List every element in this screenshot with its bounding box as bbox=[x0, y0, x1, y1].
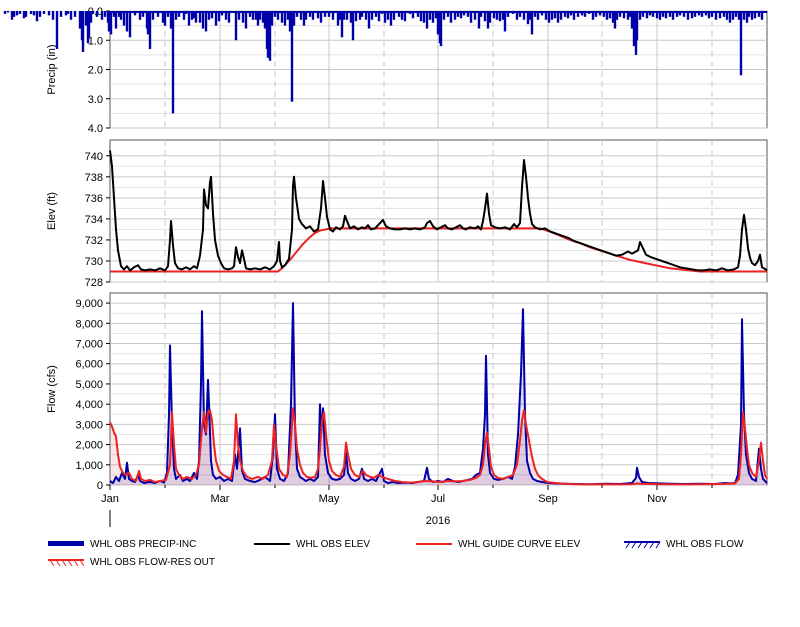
legend-label-res-out: WHL OBS FLOW-RES OUT bbox=[90, 557, 216, 568]
precip-bar bbox=[12, 11, 16, 17]
time-axis: Jan Mar May Jul Sep Nov 2016 bbox=[101, 485, 713, 527]
precip-bar bbox=[42, 11, 46, 14]
precip-bar bbox=[163, 11, 167, 26]
precip-bar bbox=[234, 11, 238, 41]
y-axis-label: Elev (ft) bbox=[46, 192, 58, 230]
precip-bar bbox=[103, 11, 107, 17]
y-tick-label: 734 bbox=[85, 214, 103, 226]
precip-bar bbox=[69, 11, 73, 20]
x-tick-label: Mar bbox=[211, 493, 230, 505]
precip-bar bbox=[59, 11, 63, 17]
legend-label-precip: WHL OBS PRECIP-INC bbox=[90, 539, 197, 550]
precip-bar bbox=[73, 11, 77, 17]
precip-bar bbox=[128, 11, 132, 38]
precip-bar bbox=[122, 11, 126, 26]
precip-bar bbox=[270, 11, 274, 26]
legend-label-guide-curve: WHL GUIDE CURVE ELEV bbox=[458, 539, 581, 550]
precip-panel: 0.01.02.03.04.0Precip (in) bbox=[3, 6, 768, 135]
precip-bar bbox=[100, 11, 104, 20]
precip-bar bbox=[24, 11, 28, 17]
y-axis-label: Precip (in) bbox=[46, 44, 58, 94]
precip-bar bbox=[171, 11, 175, 114]
y-tick-label: 2.0 bbox=[88, 65, 103, 77]
y-tick-label: 3,000 bbox=[75, 419, 103, 431]
precip-bar bbox=[425, 11, 429, 29]
legend-swatch-guide-curve bbox=[416, 543, 452, 545]
precip-bar bbox=[91, 11, 95, 14]
precip-bar bbox=[66, 11, 70, 14]
y-tick-label: 730 bbox=[85, 256, 103, 268]
legend-swatch-precip bbox=[48, 541, 84, 546]
y-tick-label: 9,000 bbox=[75, 298, 103, 310]
precip-bar bbox=[32, 11, 36, 16]
precip-bar bbox=[283, 11, 287, 26]
precip-bar bbox=[204, 11, 208, 32]
y-axis-label: Flow (cfs) bbox=[46, 365, 58, 413]
x-tick-label: Nov bbox=[647, 493, 667, 505]
precip-bar bbox=[530, 11, 534, 35]
precip-bar bbox=[635, 11, 639, 41]
precip-bar bbox=[81, 11, 85, 52]
precip-bar bbox=[389, 11, 393, 26]
precip-bar bbox=[15, 11, 19, 16]
chart-canvas: 0.01.02.03.04.0Precip (in) 7287307327347… bbox=[3, 6, 768, 527]
precip-bar bbox=[503, 11, 507, 32]
legend-swatch-obs-elev bbox=[254, 543, 290, 545]
precip-bar bbox=[55, 11, 59, 50]
precip-bar bbox=[292, 11, 296, 26]
flow-panel: 0 1,000 2,000 3,000 4,000 5,000 6,000 7,000 8,00… bbox=[46, 292, 768, 492]
elevation-panel: 728 730 732 734 736 738 740 Elev (ft) bbox=[46, 139, 768, 289]
x-tick-label: Sep bbox=[538, 493, 558, 505]
year-label: 2016 bbox=[426, 515, 450, 527]
x-tick-label: May bbox=[319, 493, 340, 505]
precip-bar bbox=[29, 11, 33, 14]
precip-bar bbox=[367, 11, 371, 29]
y-tick-label: 0 bbox=[97, 480, 103, 492]
y-tick-label: 4.0 bbox=[88, 123, 103, 135]
precip-bar bbox=[125, 11, 129, 32]
y-tick-label: 8,000 bbox=[75, 318, 103, 330]
y-tick-label: 5,000 bbox=[75, 379, 103, 391]
y-tick-label: 7,000 bbox=[75, 339, 103, 351]
precip-bar bbox=[18, 11, 22, 14]
precip-bar bbox=[3, 11, 7, 14]
y-tick-label: 2,000 bbox=[75, 440, 103, 452]
precip-bar bbox=[38, 11, 42, 17]
precip-bar bbox=[201, 11, 205, 29]
precip-bar bbox=[114, 11, 118, 29]
y-tick-label: 728 bbox=[85, 277, 103, 289]
precip-bar bbox=[51, 11, 55, 20]
y-tick-label: 3.0 bbox=[88, 94, 103, 106]
x-tick-label: Jul bbox=[431, 493, 445, 505]
precip-bar bbox=[35, 11, 39, 22]
legend-label-obs-flow: WHL OBS FLOW bbox=[666, 539, 744, 550]
y-tick-label: 4,000 bbox=[75, 399, 103, 411]
y-tick-label: 6,000 bbox=[75, 359, 103, 371]
y-tick-label: 1,000 bbox=[75, 460, 103, 472]
y-tick-label: 736 bbox=[85, 193, 103, 205]
x-tick-label: Jan bbox=[101, 493, 119, 505]
legend-swatch-res-out bbox=[48, 559, 85, 567]
precip-bar bbox=[439, 11, 443, 47]
precip-bar bbox=[47, 11, 51, 16]
y-tick-label: 740 bbox=[85, 151, 103, 163]
precip-bar bbox=[214, 11, 218, 26]
precip-bar bbox=[244, 11, 248, 29]
legend-swatch-obs-flow bbox=[624, 541, 661, 549]
precip-bar bbox=[148, 11, 152, 50]
y-tick-label: 738 bbox=[85, 172, 103, 184]
precip-bar bbox=[6, 11, 10, 13]
legend-label-obs-elev: WHL OBS ELEV bbox=[296, 539, 371, 550]
precip-bar bbox=[187, 11, 191, 26]
y-tick-label: 732 bbox=[85, 235, 103, 247]
precip-bar bbox=[109, 11, 113, 35]
precip-bar bbox=[739, 11, 743, 76]
precip-bar bbox=[351, 11, 355, 41]
legend: WHL OBS PRECIP-INC WHL OBS ELEV WHL GUID… bbox=[0, 534, 800, 574]
precip-bar bbox=[95, 11, 99, 17]
